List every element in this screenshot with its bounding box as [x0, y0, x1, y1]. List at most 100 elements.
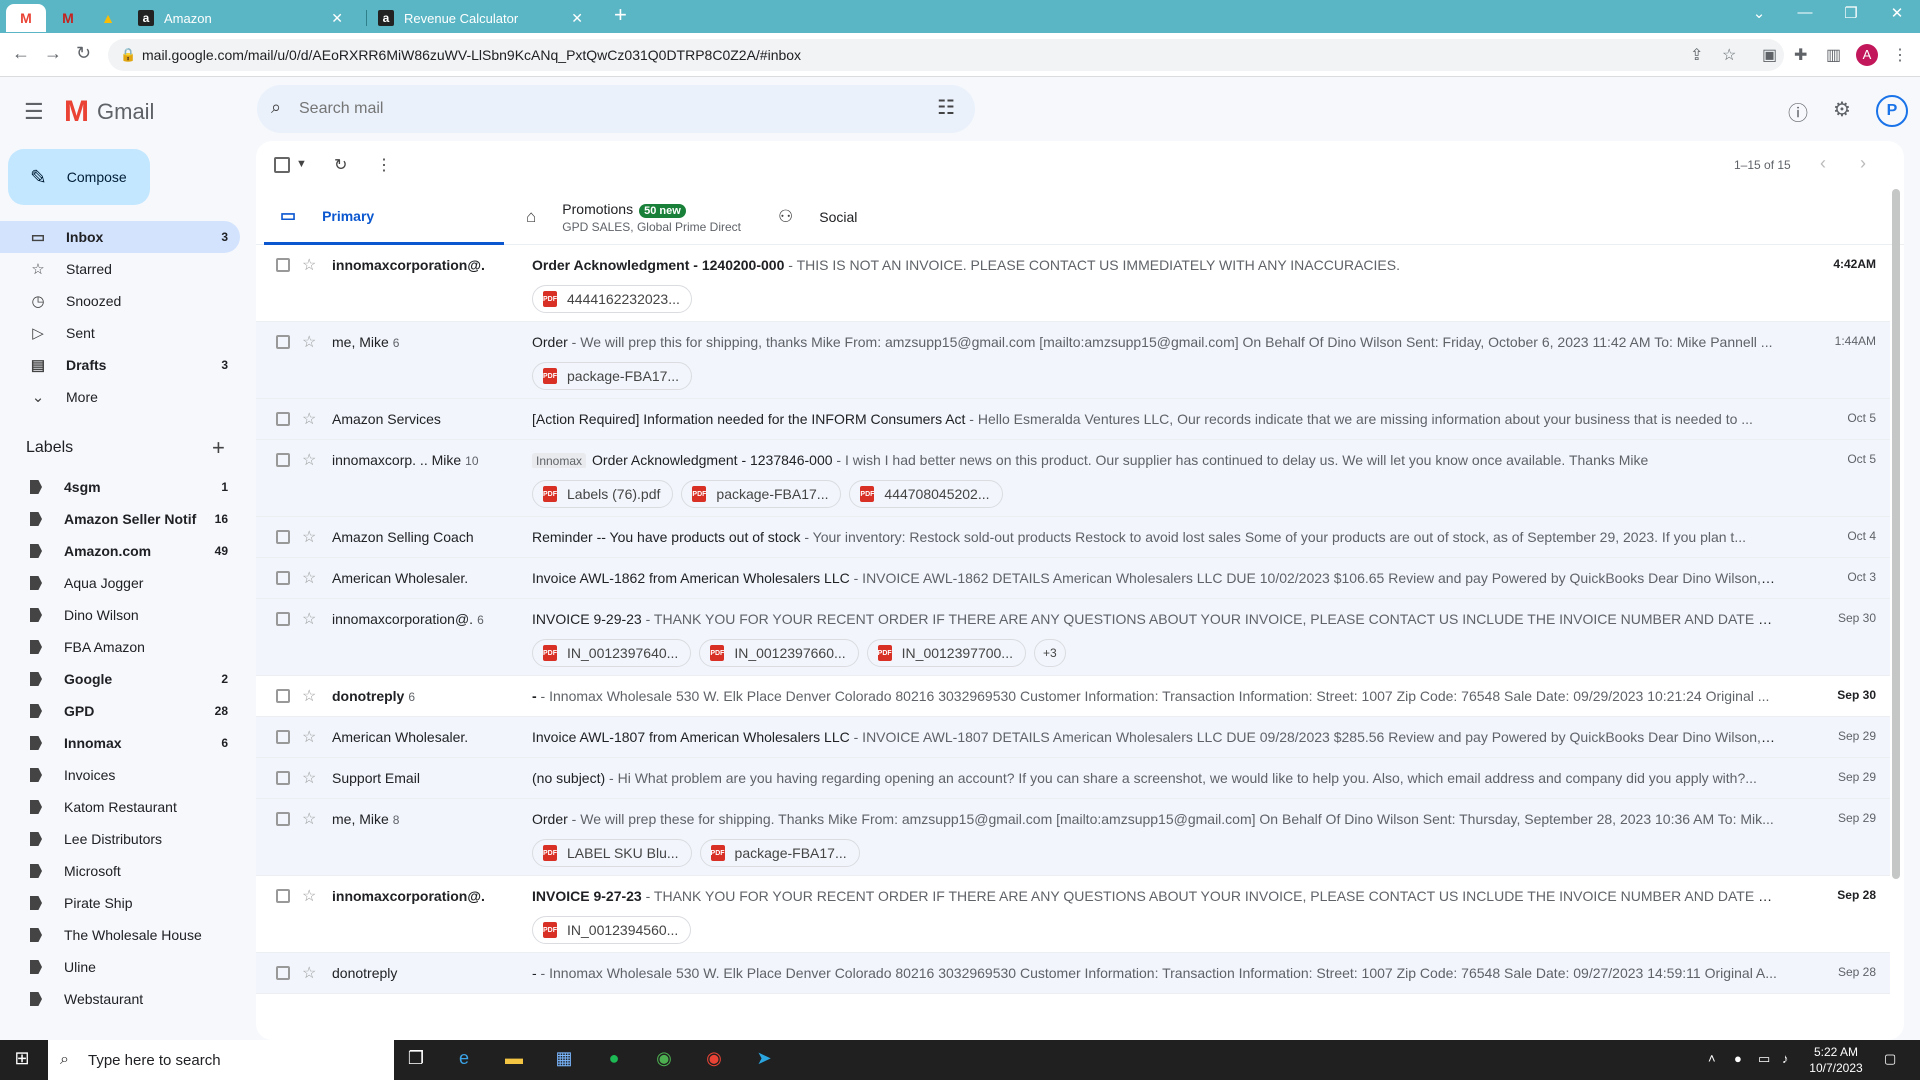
star-icon[interactable]: ☆ [302, 609, 316, 629]
network-icon[interactable]: ▭ [1758, 1051, 1770, 1067]
email-row[interactable]: ☆ me, Mike 8 Order - We will prep these for… [256, 799, 1890, 876]
tab-promotions[interactable]: ⌂ Promotions 50 new GPD SALES, Global Pri… [510, 189, 750, 245]
label-item[interactable]: Dino Wilson [0, 599, 240, 631]
attachment-chip[interactable]: PDF 4444162232023... [532, 285, 692, 313]
tab-amazon[interactable]: a Amazon ✕ [128, 4, 353, 32]
row-checkbox[interactable] [276, 730, 290, 744]
label-item[interactable]: 4sgm 1 [0, 471, 240, 503]
row-checkbox[interactable] [276, 689, 290, 703]
label-item[interactable]: Lee Distributors [0, 823, 240, 855]
more-attachments-chip[interactable]: +3 [1033, 639, 1066, 667]
label-item[interactable]: GPD 28 [0, 695, 240, 727]
tab-social[interactable]: ⚇ Social [762, 189, 1002, 245]
attachment-chip[interactable]: PDF Labels (76).pdf [532, 480, 674, 508]
drive-pinned-tab-icon[interactable]: ▲ [88, 4, 128, 32]
row-checkbox[interactable] [276, 571, 290, 585]
label-item[interactable]: Amazon Seller Notif 16 [0, 503, 240, 535]
back-arrow-icon[interactable]: ← [12, 43, 30, 64]
email-row[interactable]: ☆ innomaxcorporation@. Order Acknowledgmen… [256, 245, 1890, 322]
row-checkbox[interactable] [276, 812, 290, 826]
tab-revenue-calculator[interactable]: a Revenue Calculator ✕ [368, 4, 593, 32]
star-icon[interactable]: ☆ [302, 409, 316, 429]
star-icon[interactable]: ☆ [302, 886, 316, 906]
tab-primary[interactable]: ▭ Primary [264, 189, 504, 245]
older-chevron-right-icon[interactable]: › [1860, 153, 1866, 174]
select-dropdown-chevron-icon[interactable]: ▼ [296, 158, 307, 170]
row-checkbox[interactable] [276, 453, 290, 467]
share-icon[interactable]: ⇪ [1690, 45, 1703, 65]
email-row[interactable]: ☆ Amazon Services [Action Required] Inform… [256, 399, 1890, 440]
star-icon[interactable]: ☆ [302, 809, 316, 829]
tab-search-chevron-icon[interactable]: ⌄ [1744, 4, 1774, 22]
star-icon[interactable]: ☆ [302, 727, 316, 747]
attachment-chip[interactable]: PDF 444708045202... [849, 480, 1003, 508]
settings-gear-icon[interactable]: ⚙ [1828, 97, 1856, 122]
label-item[interactable]: Google 2 [0, 663, 240, 695]
compose-button[interactable]: ✎ Compose [8, 149, 150, 205]
search-input[interactable] [299, 95, 899, 123]
sidebar-item-inbox[interactable]: ▭ Inbox 3 [0, 221, 240, 253]
label-item[interactable]: Microsoft [0, 855, 240, 887]
maximize-icon[interactable]: ❐ [1836, 4, 1866, 22]
taskbar-search[interactable]: ⌕ Type here to search [48, 1040, 394, 1080]
add-label-plus-icon[interactable]: + [212, 435, 225, 461]
browser-profile-avatar[interactable]: A [1856, 44, 1878, 66]
attachment-chip[interactable]: PDF package-FBA17... [532, 362, 692, 390]
email-row[interactable]: ☆ American Wholesaler. Invoice AWL-1807 fr… [256, 717, 1890, 758]
email-row[interactable]: ☆ innomaxcorporation@. 6 INVOICE 9-29-23 - … [256, 599, 1890, 676]
email-row[interactable]: ☆ me, Mike 6 Order - We will prep this for … [256, 322, 1890, 399]
edge-icon[interactable]: e [446, 1048, 482, 1069]
row-checkbox[interactable] [276, 889, 290, 903]
attachment-chip[interactable]: PDF package-FBA17... [699, 839, 860, 867]
email-row[interactable]: ☆ Amazon Selling Coach Reminder -- You hav… [256, 517, 1890, 558]
label-item[interactable]: Uline [0, 951, 240, 983]
extension-off-icon[interactable]: ▣ [1762, 45, 1777, 65]
label-item[interactable]: FBA Amazon [0, 631, 240, 663]
email-row[interactable]: ☆ innomaxcorporation@. INVOICE 9-27-23 - T… [256, 876, 1890, 953]
gmail-logo[interactable]: M Gmail [64, 95, 154, 129]
system-clock[interactable]: 5:22 AM 10/7/2023 [1806, 1044, 1866, 1076]
chrome-profile-icon[interactable]: ◉ [696, 1048, 732, 1069]
store-icon[interactable]: ▦ [546, 1048, 582, 1069]
row-checkbox[interactable] [276, 412, 290, 426]
browser-menu-icon[interactable]: ⋮ [1892, 45, 1908, 65]
telegram-icon[interactable]: ➤ [746, 1048, 782, 1069]
microphone-icon[interactable]: ● [1734, 1051, 1742, 1066]
email-row[interactable]: ☆ American Wholesaler. Invoice AWL-1862 fr… [256, 558, 1890, 599]
tray-chevron-up-icon[interactable]: ˄ [1708, 1051, 1716, 1066]
star-icon[interactable]: ☆ [302, 963, 316, 983]
notifications-icon[interactable]: ▢ [1884, 1051, 1896, 1067]
extensions-puzzle-icon[interactable]: ✚ [1794, 45, 1807, 65]
sidebar-item-more[interactable]: ⌄ More [0, 381, 240, 413]
sidebar-item-starred[interactable]: ☆ Starred [0, 253, 240, 285]
main-menu-icon[interactable]: ☰ [24, 99, 44, 125]
label-item[interactable]: Webstaurant [0, 983, 240, 1015]
reload-icon[interactable]: ↻ [76, 43, 91, 64]
row-checkbox[interactable] [276, 258, 290, 272]
bookmark-star-icon[interactable]: ☆ [1722, 45, 1736, 65]
attachment-chip[interactable]: PDF IN_0012397640... [532, 639, 692, 667]
gmail-pinned-tab-icon[interactable]: M [6, 4, 46, 32]
windows-start-icon[interactable]: ⊞ [4, 1048, 40, 1069]
sidebar-item-snoozed[interactable]: ◷ Snoozed [0, 285, 240, 317]
more-options-icon[interactable]: ⋮ [376, 155, 392, 175]
side-panel-icon[interactable]: ▥ [1826, 45, 1841, 65]
label-item[interactable]: Katom Restaurant [0, 791, 240, 823]
scrollbar[interactable] [1892, 189, 1900, 879]
label-item[interactable]: Pirate Ship [0, 887, 240, 919]
label-item[interactable]: The Wholesale House [0, 919, 240, 951]
star-icon[interactable]: ☆ [302, 450, 316, 470]
refresh-icon[interactable]: ↻ [334, 155, 347, 175]
label-item[interactable]: Innomax 6 [0, 727, 240, 759]
task-view-icon[interactable]: ❐ [398, 1048, 434, 1069]
address-bar[interactable]: 🔒 mail.google.com/mail/u/0/d/AEoRXRR6MiW… [108, 39, 1784, 71]
inline-label[interactable]: Innomax [532, 453, 587, 468]
attachment-chip[interactable]: PDF IN_0012394560... [532, 916, 692, 944]
label-item[interactable]: Amazon.com 49 [0, 535, 240, 567]
minimize-icon[interactable]: — [1790, 4, 1820, 21]
sidebar-item-drafts[interactable]: ▤ Drafts 3 [0, 349, 240, 381]
spotify-icon[interactable]: ● [596, 1048, 632, 1069]
star-icon[interactable]: ☆ [302, 768, 316, 788]
row-checkbox[interactable] [276, 612, 290, 626]
email-row[interactable]: ☆ innomaxcorp. .. Mike 10 Innomax Order Ackn… [256, 440, 1890, 517]
